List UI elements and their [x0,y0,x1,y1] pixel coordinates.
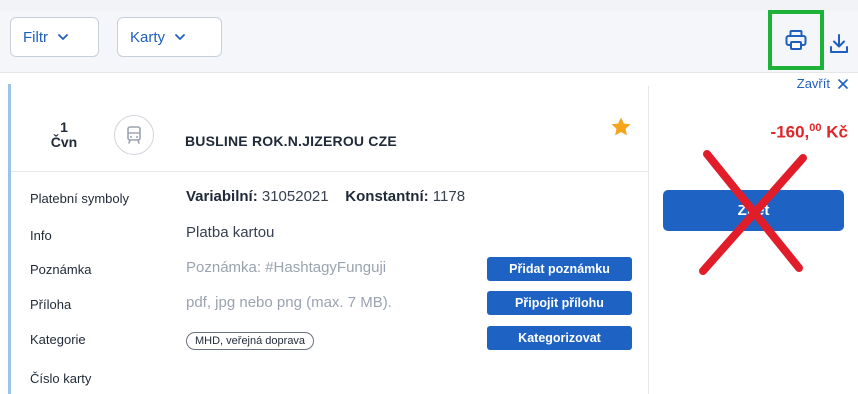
close-label: Zavřít [796,76,830,91]
filter-label: Filtr [23,28,48,46]
chevron-down-icon [175,34,185,40]
info-label: Info [30,228,52,243]
category-tag: MHD, veřejná doprava [186,332,315,350]
variable-key: Variabilní: [186,188,258,205]
attach-file-button-label: Připojit přílohu [515,296,604,310]
categorize-button-label: Kategorizovat [518,331,601,345]
star-icon[interactable] [609,115,633,139]
amount-currency: Kč [826,122,848,142]
add-note-button-label: Přidat poznámku [509,262,610,276]
top-strip [0,0,858,10]
date-day: 1 [60,119,68,135]
printer-icon [785,30,807,50]
info-value: Platba kartou [186,224,275,241]
close-icon [838,78,848,89]
cards-dropdown[interactable]: Karty [117,17,222,57]
card-number-label: Číslo karty [30,371,92,386]
note-label: Poznámka [30,262,92,277]
filter-dropdown[interactable]: Filtr [10,17,99,57]
symbols-value: Variabilní: 31052021 Konstantní: 1178 [186,188,465,205]
note-field[interactable]: Poznámka: #HashtagyFunguji [186,259,386,276]
amount-main: -160, [770,122,810,142]
action-button-label: Zpět [737,202,770,219]
constant-key: Konstantní: [345,188,429,205]
variable-value: 31052021 [261,188,329,205]
category-label: Kategorie [30,332,86,347]
amount-decimal: 00 [809,122,822,134]
date-month: Čvn [50,134,78,150]
bus-icon [127,126,141,144]
symbols-label: Platební symboly [30,191,129,206]
transaction-date: 1 Čvn [47,120,81,151]
merchant-name: BUSLINE ROK.N.JIZEROU CZE [185,133,397,149]
attachment-label: Příloha [30,297,72,312]
print-button[interactable] [768,10,824,70]
transaction-amount: -160,00 Kč [771,122,848,143]
close-panel-button[interactable]: Zavřít [797,76,848,91]
category-badge [114,115,154,155]
attach-file-button[interactable]: Připojit přílohu [487,291,632,315]
constant-value: 1178 [432,188,466,205]
cards-label: Karty [130,28,166,46]
action-button[interactable]: Zpět [663,190,844,231]
column-divider [648,86,649,394]
transaction-header: 1 Čvn BUSLINE ROK.N.JIZEROU CZE [11,103,648,172]
toolbar: Filtr Karty [0,10,858,73]
download-icon[interactable] [827,32,851,56]
attachment-field[interactable]: pdf, jpg nebo png (max. 7 MB). [186,294,392,311]
categorize-button[interactable]: Kategorizovat [487,326,632,350]
chevron-down-icon [58,34,68,40]
add-note-button[interactable]: Přidat poznámku [487,257,632,281]
